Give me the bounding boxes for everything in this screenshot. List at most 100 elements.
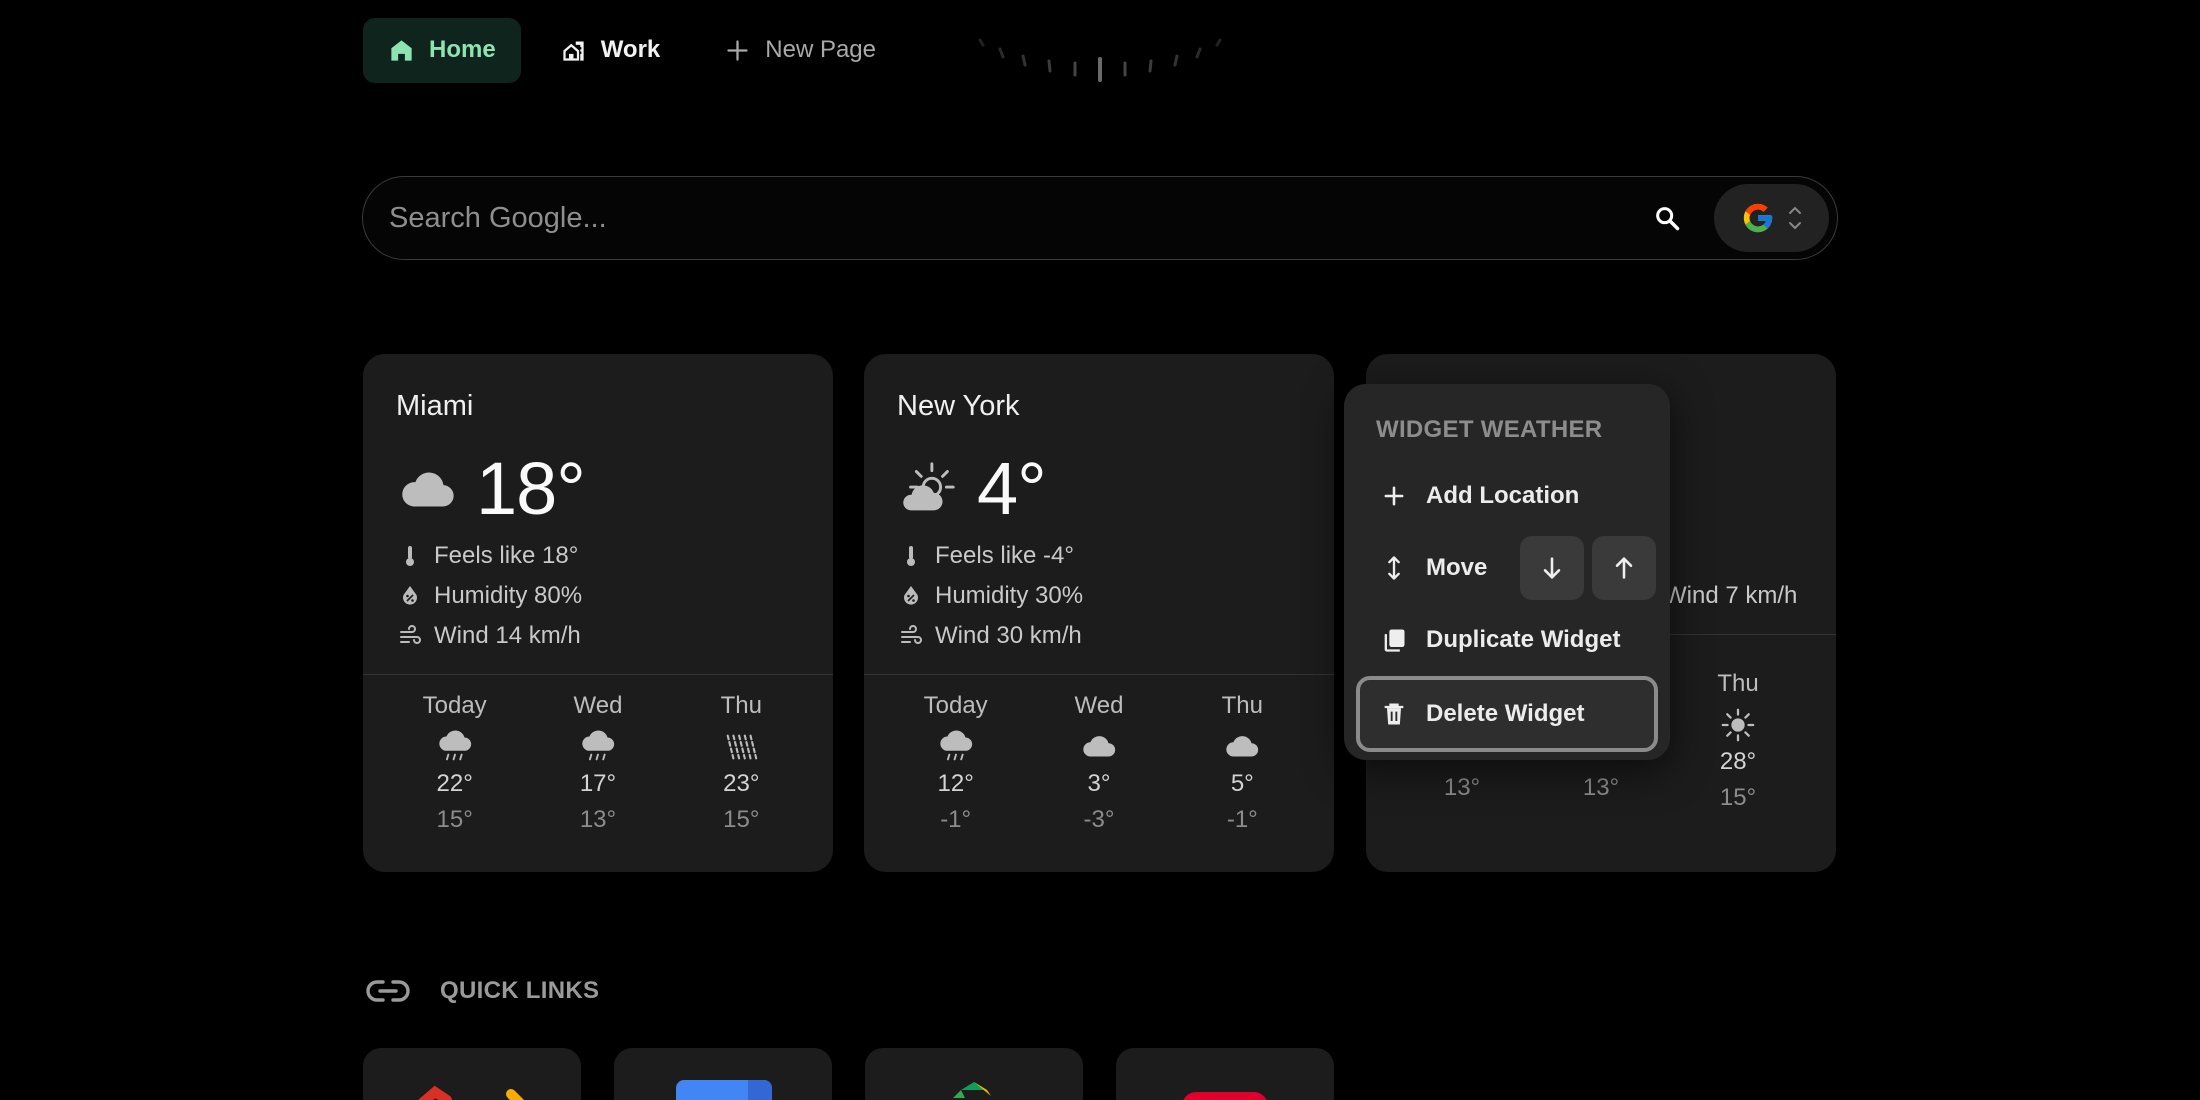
new-page-button[interactable]: New Page	[699, 18, 901, 83]
forecast-low: -1°	[940, 806, 972, 833]
wind: Wind 7 km/h	[1664, 582, 1798, 609]
search-engine-selector[interactable]	[1714, 184, 1829, 252]
forecast-low: 13°	[1443, 774, 1481, 801]
humidity: Humidity 30%	[935, 582, 1084, 609]
quick-link-youtube[interactable]	[1116, 1048, 1334, 1100]
rain-icon	[582, 730, 615, 761]
feels-like: Feels like -4°	[935, 542, 1074, 569]
divider	[864, 674, 1334, 675]
page-tabs: Home Work New Page	[363, 17, 901, 83]
forecast-day-name: Thu	[720, 692, 762, 719]
forecast-day: Thu 5° -1°	[1182, 692, 1302, 834]
loading-spinner-icon	[978, 38, 1222, 82]
forecast: Today 12° -1° Wed 3° -3° Thu 5° -1°	[864, 692, 1334, 834]
cloud-icon	[1226, 736, 1259, 757]
forecast-day: Thu 28° 15°	[1688, 670, 1788, 812]
arrow-down-icon	[1543, 557, 1561, 579]
tab-home[interactable]: Home	[363, 17, 521, 83]
google-logo-icon	[1743, 203, 1772, 233]
forecast-day: Today 22° 15°	[395, 692, 515, 834]
search-input[interactable]	[363, 177, 1642, 259]
quick-link-drive[interactable]	[865, 1048, 1083, 1100]
duplicate-widget-label: Duplicate Widget	[1426, 626, 1621, 653]
building-icon	[563, 41, 584, 61]
move-vertical-icon	[1388, 556, 1400, 580]
current-temperature: 4°	[977, 447, 1047, 530]
search-bar	[362, 176, 1838, 260]
quick-link-gmail[interactable]	[363, 1048, 581, 1100]
quick-link-docs[interactable]	[614, 1048, 832, 1100]
forecast-day: Wed 17° 13°	[538, 692, 658, 834]
tab-work[interactable]: Work	[535, 18, 686, 83]
rain-icon	[939, 730, 972, 761]
wind-icon	[901, 625, 922, 644]
google-docs-icon	[676, 1080, 772, 1100]
weather-widget-miami[interactable]: Miami 18° Feels like 18° Humidity 80% Wi…	[363, 354, 833, 872]
sun-icon	[1721, 708, 1755, 742]
forecast-high: 12°	[937, 770, 974, 797]
move-label: Move	[1426, 554, 1488, 581]
chevron-up-down-icon	[1788, 206, 1801, 230]
copy-icon	[1384, 629, 1405, 652]
delete-widget-label: Delete Widget	[1426, 700, 1585, 727]
delete-widget-button[interactable]: Delete Widget	[1356, 676, 1658, 752]
forecast-low: 15°	[436, 806, 473, 833]
forecast-high: 5°	[1230, 770, 1254, 797]
thermometer-icon	[406, 546, 414, 566]
forecast-high: 23°	[723, 770, 760, 797]
weather-widget-new-york[interactable]: New York 4° Feels like -4° Humidity 30% …	[864, 354, 1334, 872]
plus-icon	[1384, 486, 1404, 506]
city-name: Miami	[396, 390, 474, 422]
forecast-low: 15°	[723, 806, 760, 833]
menu-title: WIDGET WEATHER	[1376, 416, 1603, 443]
search-button[interactable]	[1642, 193, 1692, 243]
forecast-day-name: Wed	[573, 692, 623, 719]
move-down-button[interactable]	[1520, 536, 1584, 600]
search-icon	[1656, 207, 1680, 231]
quick-links-header: QUICK LINKS	[366, 976, 599, 1006]
new-tab-page: Home Work New Page Search Google... Miam…	[0, 0, 2200, 1100]
forecast-low: 13°	[1582, 774, 1620, 801]
humidity-icon	[403, 586, 417, 605]
tab-home-label: Home	[429, 36, 496, 63]
rain-icon	[438, 730, 471, 761]
forecast: Today 22° 15° Wed 17° 13° Thu 23° 15°	[363, 692, 833, 834]
current-temperature: 18°	[476, 447, 586, 530]
new-page-label: New Page	[765, 36, 876, 63]
gmail-icon	[417, 1085, 525, 1100]
youtube-icon	[1183, 1092, 1267, 1100]
tab-work-label: Work	[600, 36, 661, 63]
add-location-button[interactable]: Add Location	[1356, 464, 1658, 528]
forecast-high: 17°	[579, 770, 617, 797]
partly-sunny-icon	[903, 461, 955, 510]
city-name: New York	[897, 390, 1020, 422]
forecast-day-name: Today	[422, 692, 487, 719]
quick-links-title: QUICK LINKS	[440, 977, 600, 1004]
forecast-low: 13°	[579, 806, 617, 833]
heavy-rain-icon	[726, 734, 758, 760]
forecast-high: 22°	[436, 770, 473, 797]
divider	[363, 674, 833, 675]
forecast-day: Wed 3° -3°	[1039, 692, 1159, 834]
home-icon	[391, 39, 412, 61]
wind-icon	[400, 625, 421, 644]
forecast-low: 15°	[1719, 784, 1757, 811]
humidity: Humidity 80%	[434, 582, 583, 609]
duplicate-widget-button[interactable]: Duplicate Widget	[1356, 608, 1658, 672]
forecast-day-name: Thu	[1717, 670, 1759, 697]
widget-context-menu: WIDGET WEATHER Add Location Move Duplica…	[1344, 384, 1670, 760]
forecast-high: 28°	[1719, 748, 1757, 775]
cloud-icon	[402, 472, 454, 506]
move-up-button[interactable]	[1592, 536, 1656, 600]
link-icon	[366, 980, 410, 1002]
move-label-row: Move	[1356, 536, 1506, 600]
google-drive-icon	[953, 1082, 991, 1098]
add-location-label: Add Location	[1426, 482, 1580, 509]
plus-icon	[727, 39, 748, 61]
forecast-high: 3°	[1087, 770, 1111, 797]
thermometer-icon	[907, 546, 915, 566]
forecast-low: -3°	[1083, 806, 1115, 833]
wind: Wind 14 km/h	[434, 622, 581, 649]
humidity-icon	[904, 586, 918, 605]
arrow-up-icon	[1615, 557, 1633, 579]
